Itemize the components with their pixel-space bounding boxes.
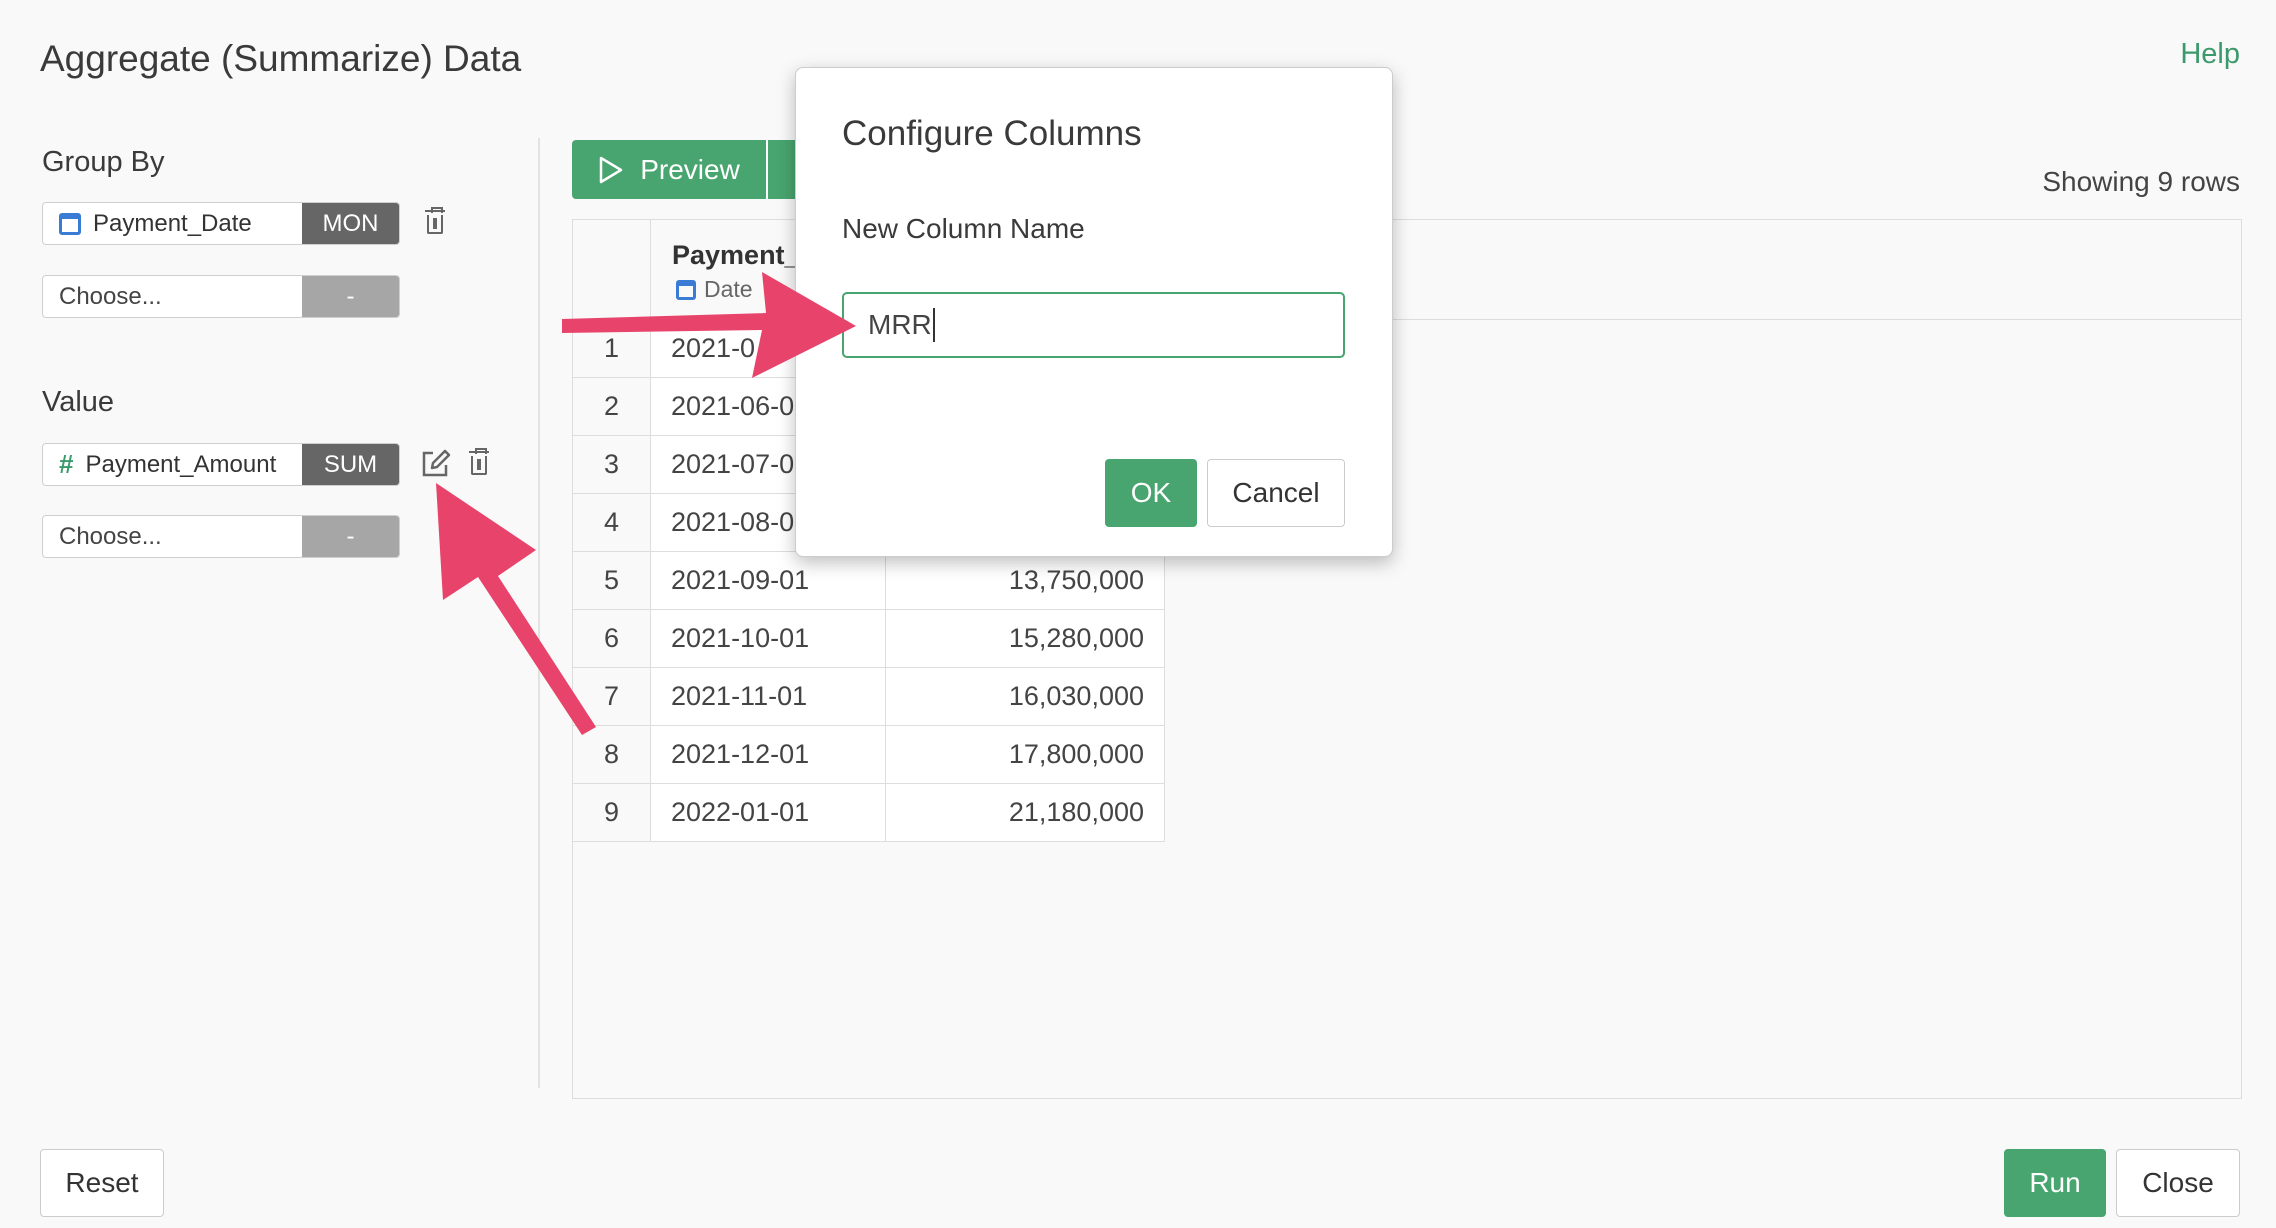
row-amount: 15,280,000	[886, 610, 1165, 667]
row-amount: 21,180,000	[886, 784, 1165, 841]
row-index: 8	[573, 726, 651, 783]
row-date: 2021-10-01	[651, 610, 886, 667]
cancel-button[interactable]: Cancel	[1207, 459, 1345, 527]
row-count-text: Showing 9 rows	[2042, 166, 2240, 197]
play-icon	[599, 156, 623, 183]
group-by-empty-agg[interactable]: -	[302, 276, 399, 317]
row-date: 2021-11-01	[651, 668, 886, 725]
calendar-icon	[59, 212, 81, 235]
help-link[interactable]: Help	[2180, 38, 2240, 71]
row-index: 2	[573, 378, 651, 435]
row-date: 2021-09-01	[651, 552, 886, 609]
trash-icon[interactable]	[424, 207, 446, 236]
table-row: 9 2022-01-01 21,180,000	[573, 784, 1165, 842]
row-index: 7	[573, 668, 651, 725]
group-by-choose-placeholder[interactable]: Choose...	[43, 276, 302, 317]
reset-button[interactable]: Reset	[40, 1149, 164, 1217]
row-index: 6	[573, 610, 651, 667]
row-amount: 13,750,000	[886, 552, 1165, 609]
column-header-name[interactable]: Payment_	[672, 240, 800, 271]
preview-label: Preview	[640, 153, 740, 185]
group-by-field-name: Payment_Date	[93, 209, 252, 237]
ok-button[interactable]: OK	[1105, 459, 1197, 527]
text-caret	[932, 308, 935, 342]
table-row: 7 2021-11-01 16,030,000	[573, 668, 1165, 726]
run-button[interactable]: Run	[2004, 1149, 2106, 1217]
preview-button[interactable]: Preview	[572, 140, 766, 199]
row-index: 5	[573, 552, 651, 609]
row-index: 3	[573, 436, 651, 493]
value-label: Value	[42, 386, 115, 418]
column-header-type: Date	[676, 276, 753, 303]
group-by-field-chip[interactable]: Payment_Date MON	[42, 202, 400, 245]
row-date: 2022-01-01	[651, 784, 886, 841]
table-row: 5 2021-09-01 13,750,000	[573, 552, 1165, 610]
edit-icon[interactable]	[420, 448, 452, 478]
row-index: 4	[573, 494, 651, 551]
hash-icon: #	[59, 449, 74, 479]
page-title: Aggregate (Summarize) Data	[40, 38, 522, 79]
group-by-agg-dropdown[interactable]: MON	[302, 203, 399, 244]
column-name-input[interactable]: MRR	[842, 292, 1345, 358]
table-row: 6 2021-10-01 15,280,000	[573, 610, 1165, 668]
preview-options-button[interactable]	[766, 140, 796, 199]
row-amount: 17,800,000	[886, 726, 1165, 783]
column-name-label: New Column Name	[842, 213, 1085, 244]
value-choose-chip[interactable]: Choose... -	[42, 515, 400, 558]
row-index: 1	[573, 320, 651, 377]
group-by-label: Group By	[42, 146, 165, 178]
calendar-icon	[676, 279, 696, 300]
row-amount: 16,030,000	[886, 668, 1165, 725]
value-field-chip[interactable]: # Payment_Amount SUM	[42, 443, 400, 486]
table-header-index	[573, 220, 651, 320]
value-agg-dropdown[interactable]: SUM	[302, 444, 399, 485]
close-button[interactable]: Close	[2116, 1149, 2240, 1217]
value-choose-placeholder[interactable]: Choose...	[43, 516, 302, 557]
group-by-choose-chip[interactable]: Choose... -	[42, 275, 400, 318]
table-row: 8 2021-12-01 17,800,000	[573, 726, 1165, 784]
value-field-name: Payment_Amount	[85, 450, 277, 478]
value-empty-agg[interactable]: -	[302, 516, 399, 557]
row-index: 9	[573, 784, 651, 841]
trash-icon[interactable]	[468, 448, 490, 477]
column-name-value: MRR	[868, 309, 932, 340]
row-date: 2021-12-01	[651, 726, 886, 783]
dialog-title: Configure Columns	[842, 114, 1142, 153]
panel-divider	[538, 138, 540, 1088]
